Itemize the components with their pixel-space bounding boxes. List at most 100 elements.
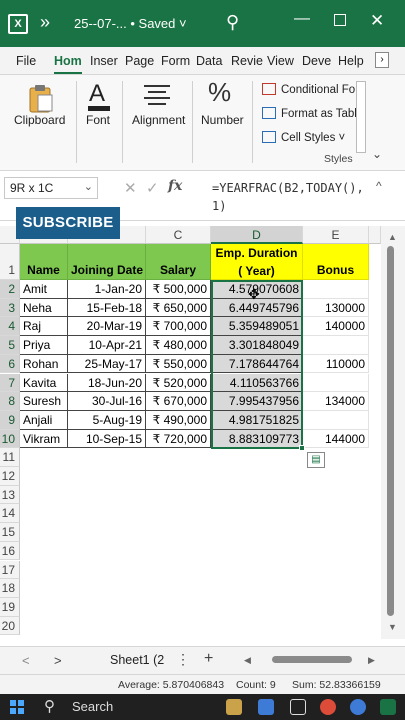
task-view-icon[interactable]	[290, 699, 306, 715]
vertical-scroll-thumb[interactable]	[387, 246, 394, 616]
cell-duration[interactable]: 7.995437956	[211, 392, 303, 411]
row-header[interactable]: 15	[0, 523, 20, 542]
quick-analysis-icon[interactable]: ▤	[307, 452, 325, 469]
taskbar-app-icon[interactable]	[258, 699, 274, 715]
row-header[interactable]: 1	[0, 244, 20, 280]
cell-bonus[interactable]	[303, 280, 369, 299]
header-emp-duration[interactable]: Emp. Duration ( Year)	[211, 244, 303, 280]
cell-date[interactable]: 15-Feb-18	[68, 298, 146, 318]
alignment-button[interactable]	[142, 83, 172, 109]
cell-salary[interactable]: ₹ 490,000	[146, 410, 211, 430]
header-salary[interactable]: Salary	[146, 244, 211, 280]
number-group-label[interactable]: Number	[201, 113, 244, 127]
row-header[interactable]: 16	[0, 541, 20, 561]
row-header[interactable]: 17	[0, 560, 20, 580]
scroll-left-icon[interactable]: ◀	[244, 655, 251, 666]
tab-file[interactable]: File	[16, 54, 36, 68]
font-group-label[interactable]: Font	[86, 113, 110, 127]
next-sheet-button[interactable]: >	[54, 653, 62, 668]
search-icon[interactable]: ⚲	[226, 12, 239, 33]
paste-button[interactable]	[28, 83, 54, 113]
cell-name[interactable]: Neha	[20, 298, 68, 318]
name-box[interactable]: 9R x 1C ⌄	[4, 177, 98, 199]
taskbar-app-icon[interactable]	[226, 699, 242, 715]
tab-review[interactable]: Revie	[231, 54, 263, 68]
vertical-scrollbar[interactable]: ▲ ▼	[381, 226, 405, 639]
cell-duration[interactable]: 3.301848049	[211, 336, 303, 355]
add-sheet-button[interactable]: +	[204, 650, 213, 668]
scroll-down-icon[interactable]: ▼	[388, 622, 397, 632]
row-header[interactable]: 14	[0, 504, 20, 524]
minimize-button[interactable]: —	[294, 10, 310, 28]
cell-salary[interactable]: ₹ 500,000	[146, 280, 211, 299]
tab-formulas[interactable]: Form	[161, 54, 190, 68]
tab-home[interactable]: Hom	[54, 54, 82, 74]
cell-duration[interactable]: 8.883109773	[211, 429, 303, 449]
cell-salary[interactable]: ₹ 520,000	[146, 373, 211, 393]
search-icon[interactable]: ⚲	[44, 697, 55, 715]
cell-name[interactable]: Amit	[20, 280, 68, 299]
collapse-ribbon-icon[interactable]: ⌄	[372, 147, 382, 161]
row-header[interactable]: 8	[0, 392, 20, 411]
row-header[interactable]: 13	[0, 485, 20, 505]
cell-salary[interactable]: ₹ 720,000	[146, 429, 211, 449]
sheet-tab[interactable]: Sheet1 (2	[110, 653, 164, 667]
header-joining-date[interactable]: Joining Date	[68, 244, 146, 280]
horizontal-scroll-thumb[interactable]	[272, 656, 352, 663]
conditional-formatting-button[interactable]: Conditional Fo	[262, 83, 355, 96]
tab-data[interactable]: Data	[196, 54, 222, 68]
column-header-e[interactable]: E	[303, 226, 369, 244]
header-name[interactable]: Name	[20, 244, 68, 280]
cell-name[interactable]: Kavita	[20, 373, 68, 393]
column-header-d[interactable]: D	[211, 226, 303, 244]
status-average[interactable]: Average: 5.870406843	[118, 679, 224, 691]
styles-scrollbar[interactable]	[356, 81, 366, 153]
windows-start-icon[interactable]	[10, 700, 24, 714]
cell-date[interactable]: 18-Jun-20	[68, 373, 146, 393]
column-header-f[interactable]	[369, 226, 381, 244]
percent-icon[interactable]: %	[208, 77, 231, 108]
header-bonus[interactable]: Bonus	[303, 244, 369, 280]
spreadsheet-grid[interactable]: B C D E 1234567891011121314151617181920 …	[0, 226, 381, 639]
more-commands-icon[interactable]: »	[40, 12, 50, 33]
cell-duration[interactable]: 4.981751825	[211, 410, 303, 430]
cell-bonus[interactable]: 110000	[303, 354, 369, 374]
row-header[interactable]: 19	[0, 597, 20, 617]
row-header[interactable]: 12	[0, 467, 20, 486]
clipboard-group-label[interactable]: Clipboard	[14, 113, 65, 127]
edge-icon[interactable]	[350, 699, 366, 715]
format-as-table-button[interactable]: Format as Tabl	[262, 107, 357, 120]
cell-duration[interactable]: 5.359489051	[211, 317, 303, 337]
row-header[interactable]: 18	[0, 579, 20, 598]
row-header[interactable]: 11	[0, 448, 20, 467]
cell-bonus[interactable]: 144000	[303, 429, 369, 449]
cell-bonus[interactable]: 140000	[303, 317, 369, 337]
row-header[interactable]: 7	[0, 373, 20, 393]
cell-date[interactable]: 25-May-17	[68, 354, 146, 374]
close-button[interactable]: ✕	[370, 11, 384, 31]
formula-input[interactable]: =YEARFRAC(B2,TODAY(), 1)	[212, 179, 372, 215]
row-header[interactable]: 9	[0, 410, 20, 430]
cell-bonus[interactable]	[303, 373, 369, 393]
cell-bonus[interactable]: 130000	[303, 298, 369, 318]
cell-duration[interactable]: 7.178644764	[211, 354, 303, 374]
cell-styles-button[interactable]: Cell Styles ˅	[262, 131, 345, 144]
cell-salary[interactable]: ₹ 550,000	[146, 354, 211, 374]
tab-help[interactable]: Help	[338, 54, 364, 68]
expand-formula-icon[interactable]: ^	[376, 179, 382, 193]
font-button[interactable]: A	[86, 79, 112, 113]
insert-function-icon[interactable]: fx	[168, 178, 182, 194]
sheet-options-icon[interactable]: ⋮	[176, 651, 190, 668]
alignment-group-label[interactable]: Alignment	[132, 113, 185, 127]
cell-salary[interactable]: ₹ 480,000	[146, 336, 211, 355]
row-header[interactable]: 6	[0, 354, 20, 374]
document-title[interactable]: 25--07-... • Saved ˅	[74, 16, 187, 31]
status-sum[interactable]: Sum: 52.83366159	[292, 679, 381, 691]
tab-insert[interactable]: Inser	[90, 54, 118, 68]
previous-sheet-button[interactable]: <	[22, 653, 30, 668]
excel-taskbar-icon[interactable]	[380, 699, 396, 715]
cell-date[interactable]: 10-Apr-21	[68, 336, 146, 355]
cell-name[interactable]: Rohan	[20, 354, 68, 374]
cell-salary[interactable]: ₹ 650,000	[146, 298, 211, 318]
scroll-up-icon[interactable]: ▲	[388, 232, 397, 242]
